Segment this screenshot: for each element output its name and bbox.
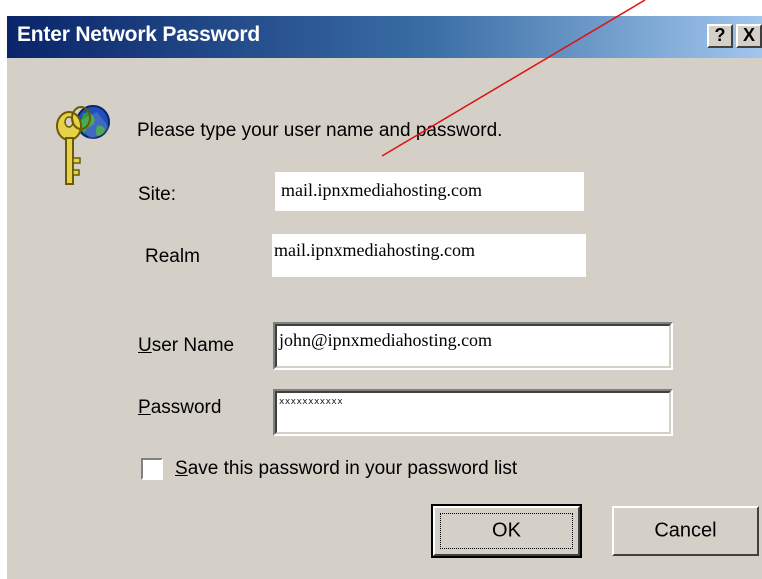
user-name-value: john@ipnxmediahosting.com <box>279 330 493 350</box>
help-button[interactable]: ? <box>707 24 733 48</box>
realm-label: Realm <box>145 246 200 267</box>
password-mnemonic: P <box>138 397 151 418</box>
realm-value: mail.ipnxmediahosting.com <box>272 234 586 277</box>
keys-globe-icon <box>56 105 111 185</box>
save-password-mnemonic: S <box>175 458 188 479</box>
screenshot-stage: Enter Network Password ? X Please type y… <box>0 0 762 579</box>
password-label: Password <box>138 397 221 419</box>
site-value: mail.ipnxmediahosting.com <box>275 172 584 211</box>
prompt-text: Please type your user name and password. <box>137 120 503 141</box>
window-title: Enter Network Password <box>17 23 261 46</box>
close-button[interactable]: X <box>736 24 762 48</box>
cancel-button[interactable]: Cancel <box>612 506 759 556</box>
user-name-mnemonic: U <box>138 335 152 356</box>
password-value: xxxxxxxxxxx <box>279 397 344 407</box>
cancel-button-label: Cancel <box>654 519 717 542</box>
user-name-label-rest: ser Name <box>151 335 235 356</box>
network-password-dialog: Enter Network Password ? X Please type y… <box>5 14 762 579</box>
save-password-checkbox[interactable] <box>141 458 163 480</box>
title-bar[interactable]: Enter Network Password ? X <box>7 16 762 58</box>
user-name-label: User Name <box>138 335 234 357</box>
ok-button-label: OK <box>492 519 521 542</box>
password-input[interactable]: xxxxxxxxxxx <box>273 389 673 436</box>
password-label-rest: assword <box>150 397 222 418</box>
site-label: Site: <box>138 184 177 205</box>
user-name-input[interactable]: john@ipnxmediahosting.com <box>273 322 673 370</box>
save-password-label-rest: ave this password in your password list <box>187 458 518 479</box>
ok-button[interactable]: OK <box>431 504 582 558</box>
save-password-label[interactable]: Save this password in your password list <box>175 458 517 480</box>
